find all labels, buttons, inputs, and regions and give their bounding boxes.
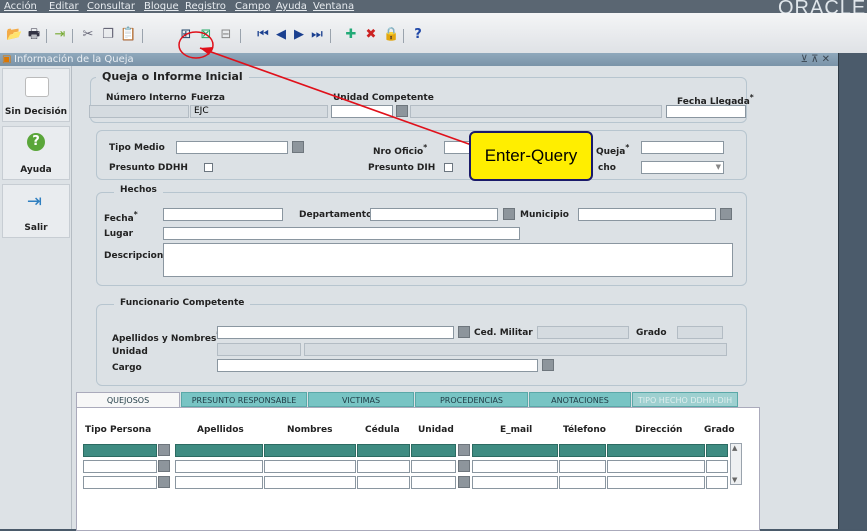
annotation-overlay (178, 31, 481, 149)
callout-arrow (199, 47, 481, 149)
enter-query-callout: Enter-Query (469, 131, 593, 181)
